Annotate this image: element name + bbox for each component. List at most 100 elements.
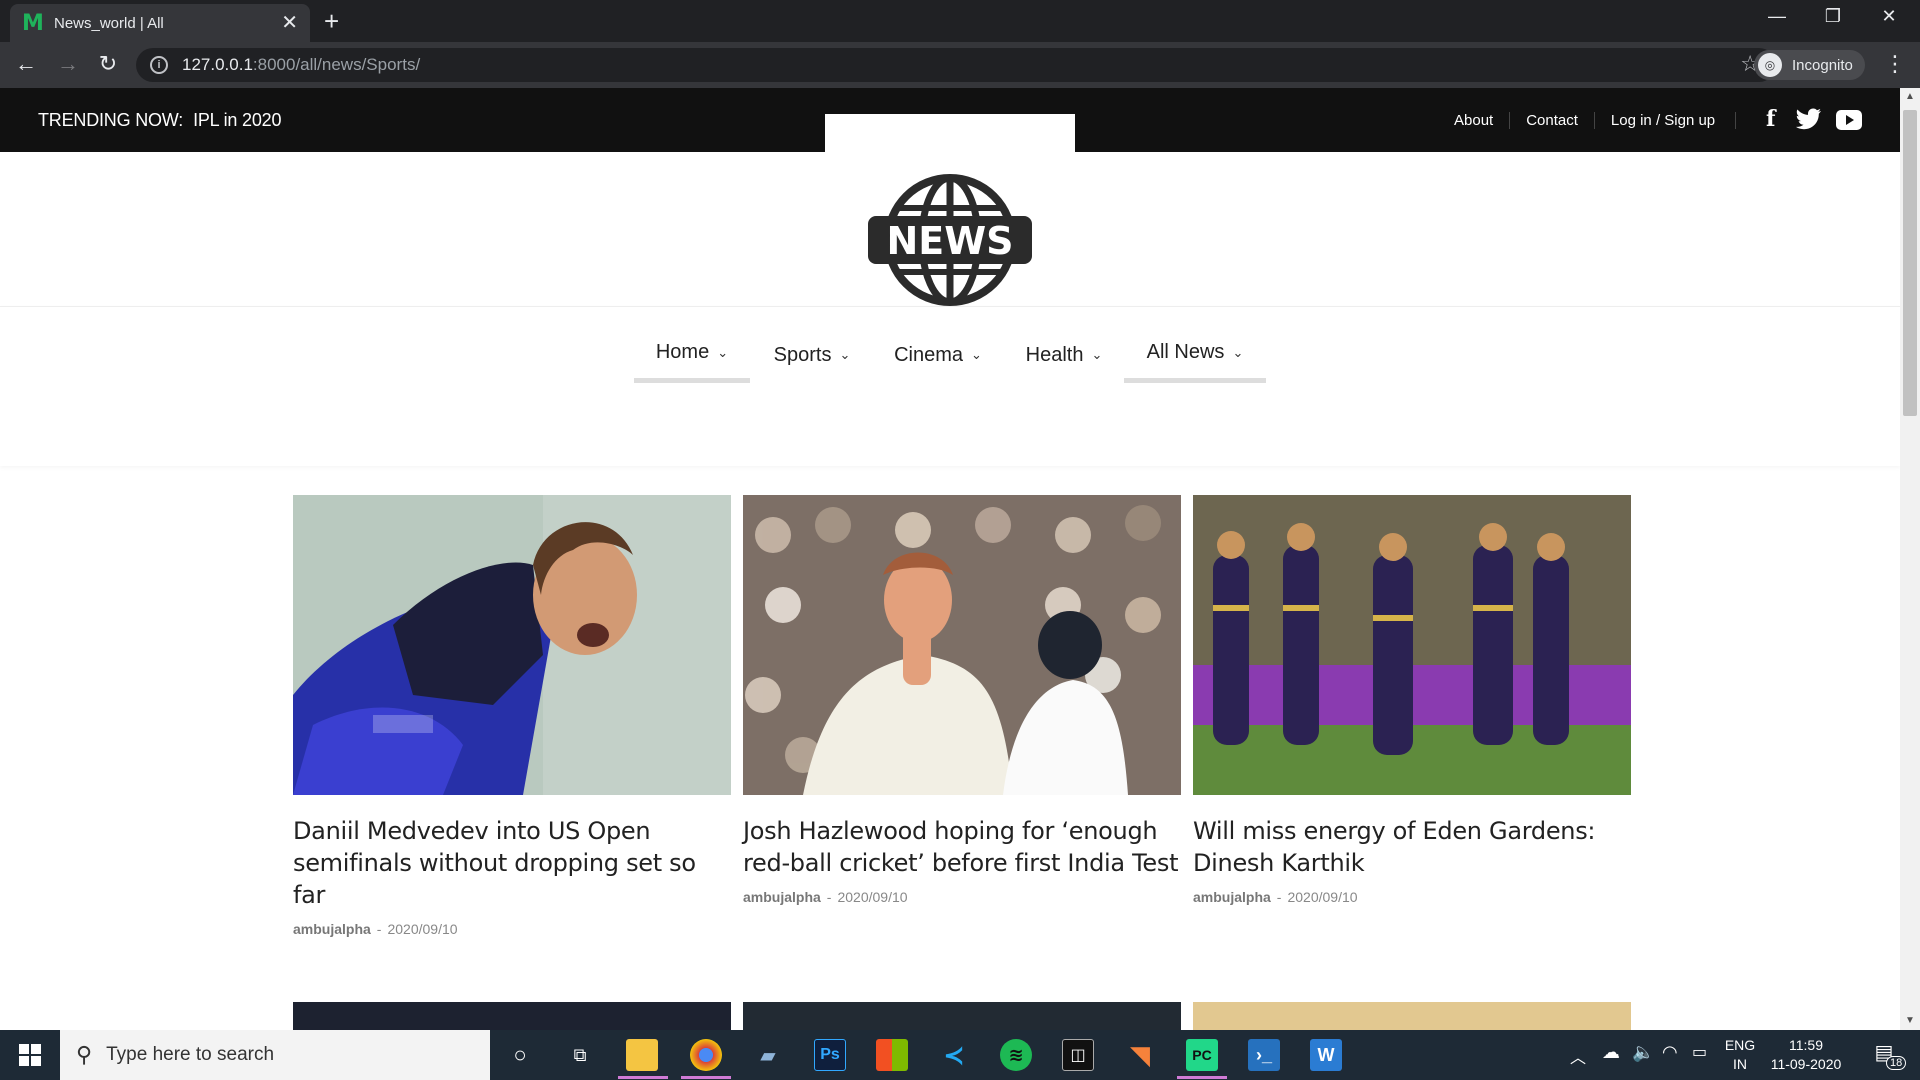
- article-meta: ambujalpha -2020/09/10: [293, 921, 731, 937]
- cortana-icon[interactable]: ○: [504, 1039, 536, 1071]
- news-logo[interactable]: NEWS: [868, 172, 1032, 308]
- article-image[interactable]: [743, 1002, 1181, 1030]
- scroll-up-icon[interactable]: ▲: [1900, 88, 1920, 106]
- close-tab-icon[interactable]: ✕: [281, 13, 298, 33]
- login-signup-link[interactable]: Log in / Sign up: [1595, 112, 1737, 129]
- running-indicator: [618, 1076, 668, 1079]
- article-card[interactable]: Will miss energy of Eden Gardens: Dinesh…: [1193, 495, 1631, 905]
- nav-sports[interactable]: Sports ⌄: [762, 327, 862, 383]
- wifi-icon[interactable]: ◠: [1662, 1042, 1678, 1063]
- article-title[interactable]: Will miss energy of Eden Gardens: Dinesh…: [1193, 815, 1631, 879]
- show-hidden-icons-icon[interactable]: ︿: [1570, 1044, 1586, 1068]
- spotify-icon[interactable]: ≋: [1000, 1039, 1032, 1071]
- trending-link[interactable]: IPL in 2020: [193, 110, 281, 130]
- reload-icon[interactable]: ↻: [94, 50, 122, 78]
- article-date: 2020/09/10: [387, 921, 458, 937]
- article-author[interactable]: ambujalpha: [293, 921, 371, 937]
- task-view-icon[interactable]: ⧉: [564, 1039, 596, 1071]
- contact-link[interactable]: Contact: [1510, 112, 1595, 129]
- file-explorer-icon[interactable]: [626, 1039, 658, 1071]
- site-info-icon[interactable]: i: [150, 56, 168, 74]
- meta-separator: -: [376, 921, 382, 937]
- search-placeholder: Type here to search: [106, 1044, 275, 1065]
- logo-text: NEWS: [886, 219, 1013, 263]
- nav-health[interactable]: Health ⌄: [1016, 327, 1112, 383]
- restore-icon[interactable]: ❐: [1818, 6, 1848, 27]
- new-tab-button[interactable]: +: [324, 8, 339, 34]
- running-indicator: [681, 1076, 731, 1079]
- article-author[interactable]: ambujalpha: [743, 889, 821, 905]
- language-code: ENG: [1724, 1037, 1756, 1053]
- scrollbar-thumb[interactable]: [1903, 110, 1917, 416]
- article-meta: ambujalpha -2020/09/10: [1193, 889, 1631, 905]
- main-navigation: Home ⌄ Sports ⌄ Cinema ⌄ Health ⌄ All News ⌄: [0, 306, 1900, 466]
- address-bar[interactable]: i 127.0.0.1 :8000/all/news/Sports/ ☆: [136, 48, 1776, 82]
- page-scrollbar[interactable]: ▲ ▼: [1900, 88, 1920, 1030]
- youtube-icon[interactable]: [1836, 110, 1862, 130]
- pycharm-icon[interactable]: PC: [1186, 1039, 1218, 1071]
- dolby-icon[interactable]: ◫: [1062, 1039, 1094, 1071]
- article-image[interactable]: [1193, 495, 1631, 795]
- office-icon[interactable]: [876, 1039, 908, 1071]
- article-title[interactable]: Daniil Medvedev into US Open semifinals …: [293, 815, 731, 911]
- nav-all-news-label: All News: [1146, 341, 1225, 363]
- clock-date: 11-09-2020: [1770, 1056, 1842, 1072]
- browser-tab-strip: M News_world | All ✕ + — ❐ ✕: [0, 0, 1920, 42]
- nav-all-news[interactable]: All News ⌄: [1124, 327, 1266, 383]
- battery-icon[interactable]: ▭: [1692, 1042, 1707, 1062]
- start-button[interactable]: [0, 1030, 60, 1080]
- back-icon[interactable]: ←: [12, 50, 40, 78]
- nav-home[interactable]: Home ⌄: [634, 327, 750, 383]
- vscode-icon[interactable]: ≺: [938, 1039, 970, 1071]
- meta-separator: -: [1276, 889, 1282, 905]
- chevron-down-icon: ⌄: [1091, 347, 1103, 362]
- article-card[interactable]: Daniil Medvedev into US Open semifinals …: [293, 495, 731, 937]
- article-image[interactable]: [1193, 1002, 1631, 1030]
- twitter-icon[interactable]: [1796, 108, 1822, 130]
- window-close-icon[interactable]: ✕: [1874, 6, 1904, 27]
- powershell-icon[interactable]: ›_: [1248, 1039, 1280, 1071]
- trending-label: TRENDING NOW:: [38, 110, 184, 130]
- chevron-down-icon: ⌄: [971, 347, 982, 362]
- browser-tab[interactable]: M News_world | All ✕: [10, 4, 310, 42]
- volume-icon[interactable]: 🔈: [1632, 1042, 1654, 1063]
- minimize-icon[interactable]: —: [1762, 6, 1792, 27]
- nav-cinema-label: Cinema: [894, 343, 963, 366]
- browser-menu-icon[interactable]: ⋮: [1884, 52, 1906, 76]
- incognito-profile-button[interactable]: ◎ Incognito: [1754, 50, 1865, 80]
- article-image[interactable]: [293, 1002, 731, 1030]
- language-indicator[interactable]: ENG IN: [1722, 1036, 1758, 1074]
- word-icon[interactable]: W: [1310, 1039, 1342, 1071]
- action-center-button[interactable]: ▤ 18: [1866, 1040, 1907, 1070]
- nav-health-label: Health: [1025, 343, 1084, 366]
- virtualbox-icon[interactable]: ▰: [752, 1039, 784, 1071]
- nav-home-label: Home: [655, 341, 710, 363]
- article-author[interactable]: ambujalpha: [1193, 889, 1271, 905]
- url-host: 127.0.0.1: [182, 55, 253, 74]
- article-image[interactable]: [743, 495, 1181, 795]
- scroll-down-icon[interactable]: ▼: [1900, 1012, 1920, 1030]
- nav-cinema[interactable]: Cinema ⌄: [886, 327, 990, 383]
- chevron-down-icon: ⌄: [839, 347, 851, 362]
- facebook-icon[interactable]: f: [1766, 106, 1775, 132]
- logo-tab: [825, 114, 1075, 154]
- onedrive-icon[interactable]: ☁: [1602, 1042, 1620, 1063]
- photoshop-icon[interactable]: Ps: [814, 1039, 846, 1071]
- meta-separator: -: [826, 889, 832, 905]
- clock[interactable]: 11:59 11-09-2020: [1766, 1036, 1846, 1074]
- article-card[interactable]: Josh Hazlewood hoping for ‘enough red-ba…: [743, 495, 1181, 905]
- chevron-down-icon: ⌄: [1232, 344, 1244, 360]
- about-link[interactable]: About: [1440, 112, 1511, 129]
- region-code: IN: [1733, 1056, 1747, 1072]
- article-image[interactable]: [293, 495, 731, 795]
- taskbar-search-input[interactable]: ⚲ Type here to search: [60, 1030, 490, 1080]
- chrome-icon[interactable]: [690, 1039, 722, 1071]
- article-title[interactable]: Josh Hazlewood hoping for ‘enough red-ba…: [743, 815, 1181, 879]
- browser-toolbar: ← → ↻ i 127.0.0.1 :8000/all/news/Sports/…: [0, 42, 1920, 88]
- incognito-icon: ◎: [1758, 53, 1782, 77]
- clock-time: 11:59: [1789, 1037, 1823, 1053]
- forward-icon[interactable]: →: [54, 50, 82, 78]
- sticky-notes-icon[interactable]: ◥: [1124, 1039, 1156, 1071]
- incognito-label: Incognito: [1792, 56, 1853, 74]
- article-meta: ambujalpha -2020/09/10: [743, 889, 1181, 905]
